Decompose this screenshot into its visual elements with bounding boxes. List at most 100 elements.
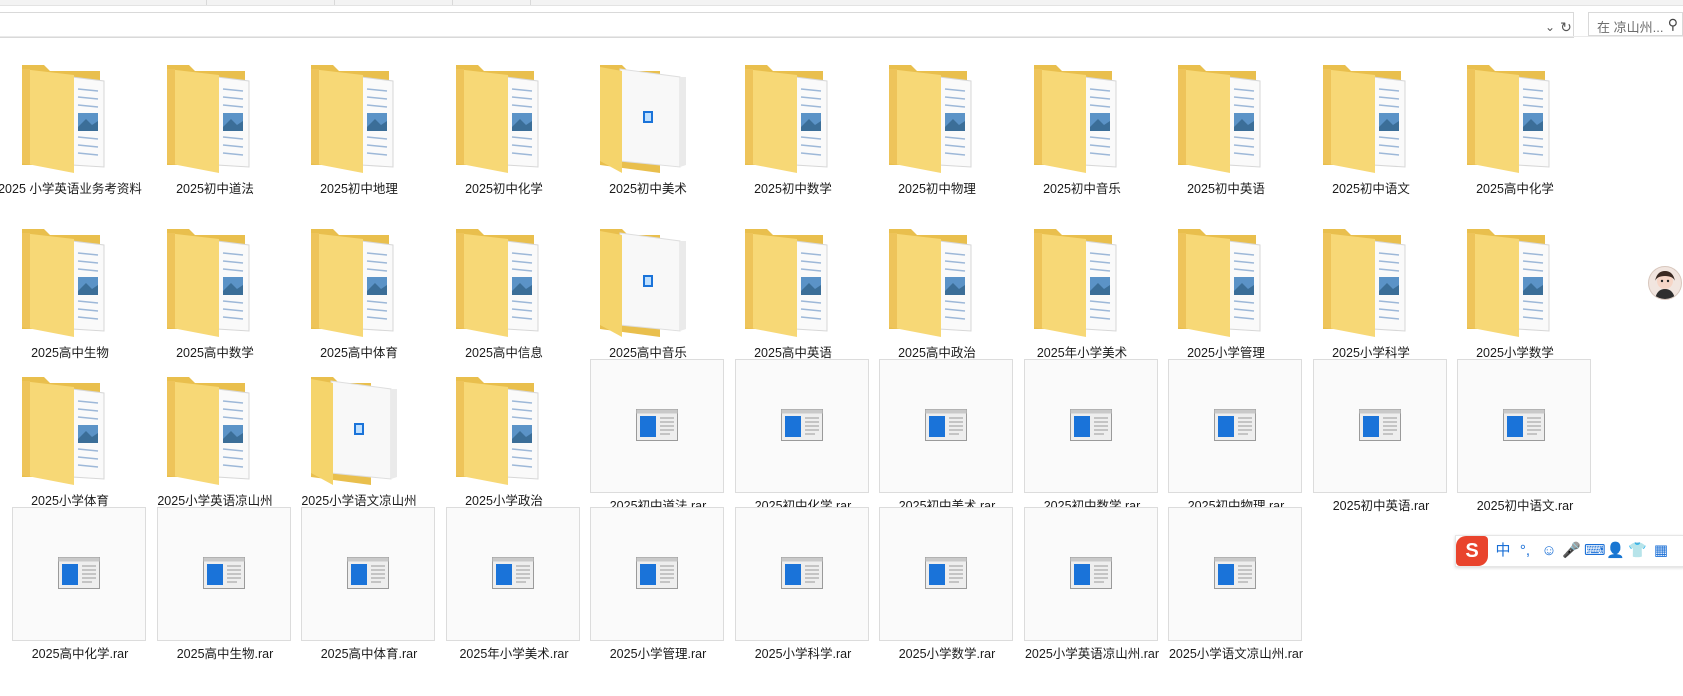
- folder-icon: [725, 219, 861, 353]
- archive-file-item[interactable]: 2025高中生物.rar: [157, 507, 293, 661]
- folder-item[interactable]: 2025小学英语凉山州: [147, 367, 283, 517]
- archive-file-item[interactable]: 2025小学语文凉山州.rar: [1168, 507, 1304, 661]
- folder-icon: [1158, 219, 1294, 353]
- ime-punct-button[interactable]: °,: [1516, 540, 1534, 562]
- file-name-label: 2025高中生物.rar: [176, 647, 274, 661]
- archive-file-item[interactable]: 2025初中数学.rar: [1024, 359, 1160, 513]
- folder-item[interactable]: 2025高中英语: [725, 219, 861, 369]
- rar-archive-icon: [446, 507, 582, 641]
- archive-file-item[interactable]: 2025初中美术.rar: [879, 359, 1015, 513]
- file-name-label: 2025初中道法: [176, 182, 254, 196]
- shirt-icon[interactable]: 👕: [1628, 540, 1647, 562]
- folder-item[interactable]: 2025高中数学: [147, 219, 283, 369]
- folder-item[interactable]: 2025小学体育: [2, 367, 138, 517]
- microphone-icon[interactable]: 🎤: [1562, 540, 1581, 562]
- file-name-label: 2025初中语文: [1332, 182, 1410, 196]
- thumbnail-frame: [1024, 359, 1158, 493]
- thumbnail-frame: [1168, 359, 1302, 493]
- archive-file-item[interactable]: 2025年小学美术.rar: [446, 507, 582, 661]
- folder-item[interactable]: 2025高中生物: [2, 219, 138, 369]
- folder-icon: [725, 55, 861, 189]
- folder-icon: [2, 219, 138, 353]
- keyboard-icon[interactable]: ⌨: [1584, 540, 1606, 562]
- folder-item[interactable]: 2025初中音乐: [1014, 55, 1150, 205]
- rar-archive-icon: [735, 507, 871, 641]
- folder-item[interactable]: 2025初中数学: [725, 55, 861, 205]
- folder-icon: [1447, 55, 1583, 189]
- folder-item[interactable]: 2025初中化学: [436, 55, 572, 205]
- folder-item[interactable]: 2025高中信息: [436, 219, 572, 369]
- grid-icon[interactable]: ▦: [1652, 540, 1670, 562]
- file-name-label: 2025小学科学.rar: [754, 647, 852, 661]
- thumbnail-frame: [590, 507, 724, 641]
- thumbnail-frame: [735, 359, 869, 493]
- file-name-label: 2025 小学英语业务考资料: [0, 182, 142, 196]
- file-name-label: 2025高中信息: [465, 346, 543, 360]
- folder-item[interactable]: 2025高中政治: [869, 219, 1005, 369]
- file-name-label: 2025高中数学: [176, 346, 254, 360]
- folder-item[interactable]: 2025小学数学: [1447, 219, 1583, 369]
- folder-icon: [2, 55, 138, 189]
- thumbnail-frame: [1168, 507, 1302, 641]
- folder-icon: [1303, 55, 1439, 189]
- thumbnail-frame: [446, 507, 580, 641]
- sogou-logo-icon[interactable]: S: [1456, 536, 1488, 566]
- folder-icon: [1447, 219, 1583, 353]
- ime-mode-button[interactable]: 中: [1494, 540, 1512, 562]
- avatar-icon[interactable]: [1648, 266, 1682, 300]
- folder-icon: [436, 219, 572, 353]
- rar-archive-icon: [12, 507, 148, 641]
- rar-archive-icon: [735, 359, 871, 493]
- file-name-label: 2025初中数学: [754, 182, 832, 196]
- thumbnail-frame: [1457, 359, 1591, 493]
- file-name-label: 2025初中英语: [1187, 182, 1265, 196]
- archive-file-item[interactable]: 2025高中体育.rar: [301, 507, 437, 661]
- archive-file-item[interactable]: 2025初中物理.rar: [1168, 359, 1304, 513]
- archive-file-item[interactable]: 2025初中化学.rar: [735, 359, 871, 513]
- folder-icon: [291, 219, 427, 353]
- thumbnail-frame: [157, 507, 291, 641]
- folder-item[interactable]: 2025初中道法: [147, 55, 283, 205]
- archive-file-item[interactable]: 2025小学英语凉山州.rar: [1024, 507, 1160, 661]
- folder-item[interactable]: 2025高中音乐: [580, 219, 716, 369]
- rar-archive-icon: [157, 507, 293, 641]
- folder-item[interactable]: 2025初中语文: [1303, 55, 1439, 205]
- file-name-label: 2025初中地理: [320, 182, 398, 196]
- file-name-label: 2025初中英语.rar: [1332, 499, 1430, 513]
- thumbnail-frame: [12, 507, 146, 641]
- folder-item[interactable]: 2025小学科学: [1303, 219, 1439, 369]
- archive-file-item[interactable]: 2025初中语文.rar: [1457, 359, 1593, 513]
- rar-archive-icon: [1313, 359, 1449, 493]
- folder-item[interactable]: 2025高中体育: [291, 219, 427, 369]
- folder-item[interactable]: 2025小学管理: [1158, 219, 1294, 369]
- folder-icon: [1014, 219, 1150, 353]
- folder-item[interactable]: 2025初中美术: [580, 55, 716, 205]
- folder-item[interactable]: 2025年小学美术: [1014, 219, 1150, 369]
- archive-file-item[interactable]: 2025高中化学.rar: [12, 507, 148, 661]
- folder-item[interactable]: 2025小学语文凉山州: [291, 367, 427, 517]
- file-name-label: 2025初中美术: [609, 182, 687, 196]
- file-name-label: 2025初中物理: [898, 182, 976, 196]
- folder-item[interactable]: 2025初中英语: [1158, 55, 1294, 205]
- archive-file-item[interactable]: 2025小学数学.rar: [879, 507, 1015, 661]
- thumbnail-frame: [590, 359, 724, 493]
- file-name-label: 2025小学英语凉山州.rar: [1024, 647, 1160, 661]
- file-name-label: 2025高中生物: [31, 346, 109, 360]
- rar-archive-icon: [1024, 359, 1160, 493]
- folder-item[interactable]: 2025高中化学: [1447, 55, 1583, 205]
- rar-archive-icon: [590, 507, 726, 641]
- archive-file-item[interactable]: 2025初中英语.rar: [1313, 359, 1449, 513]
- folder-item[interactable]: 2025 小学英语业务考资料: [0, 55, 142, 205]
- folder-icon: [869, 219, 1005, 353]
- archive-file-item[interactable]: 2025初中道法.rar: [590, 359, 726, 513]
- emoji-icon[interactable]: ☺: [1540, 540, 1558, 562]
- user-icon[interactable]: 👤: [1606, 540, 1625, 562]
- folder-item[interactable]: 2025小学政治: [436, 367, 572, 517]
- folder-icon: [291, 55, 427, 189]
- folder-document-icon: [580, 219, 716, 353]
- archive-file-item[interactable]: 2025小学管理.rar: [590, 507, 726, 661]
- folder-item[interactable]: 2025初中地理: [291, 55, 427, 205]
- rar-archive-icon: [590, 359, 726, 493]
- folder-item[interactable]: 2025初中物理: [869, 55, 1005, 205]
- archive-file-item[interactable]: 2025小学科学.rar: [735, 507, 871, 661]
